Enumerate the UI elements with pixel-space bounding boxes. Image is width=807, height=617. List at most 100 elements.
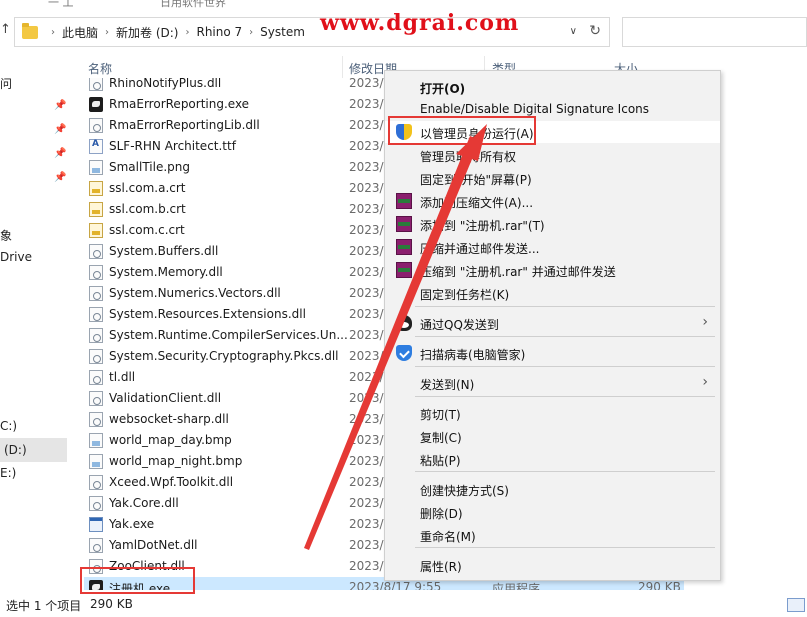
context-menu-label: 发送到(N) <box>420 378 475 392</box>
details-view-icon[interactable] <box>787 598 805 612</box>
breadcrumb: › 此电脑 › 新加卷 (D:) › Rhino 7 › System <box>44 24 305 41</box>
status-size: 290 KB <box>90 597 133 611</box>
context-menu-item[interactable]: 属性(R) <box>385 554 720 576</box>
context-menu-item[interactable]: 固定到任务栏(K) <box>385 282 720 304</box>
gear-file-icon <box>89 538 103 553</box>
gear-file-icon <box>89 265 103 280</box>
nav-item-c[interactable]: C:) <box>0 419 17 433</box>
context-menu-item[interactable]: 重命名(M) <box>385 524 720 546</box>
file-name: world_map_night.bmp <box>109 454 243 468</box>
context-menu-label: 创建快捷方式(S) <box>420 484 509 498</box>
file-name: RmaErrorReporting.exe <box>109 97 250 111</box>
menu-separator <box>415 471 715 472</box>
file-date: 2023/8/17 9:55 <box>349 580 442 590</box>
cert-file-icon <box>89 181 103 196</box>
annotation-box-file <box>80 567 195 594</box>
column-name[interactable]: 名称 <box>88 60 112 77</box>
nav-item-drive[interactable]: Drive <box>0 250 32 264</box>
context-menu-item[interactable]: 添加到 "注册机.rar"(T) <box>385 213 720 235</box>
file-name: Xceed.Wpf.Toolkit.dll <box>109 475 234 489</box>
context-menu-label: 压缩到 "注册机.rar" 并通过邮件发送 <box>420 265 616 279</box>
breadcrumb-item[interactable]: System <box>260 25 305 39</box>
context-menu-item[interactable]: 扫描病毒(电脑管家) <box>385 342 720 364</box>
nav-item-e[interactable]: E:) <box>0 466 16 480</box>
breadcrumb-separator-icon[interactable]: › <box>185 27 189 38</box>
file-name: System.Security.Cryptography.Pkcs.dll <box>109 349 339 363</box>
menu-separator <box>415 336 715 337</box>
context-menu-label: 删除(D) <box>420 507 463 521</box>
file-name: YamlDotNet.dll <box>109 538 198 552</box>
context-menu-label: 管理员取得所有权 <box>420 150 517 164</box>
menu-separator <box>415 366 715 367</box>
context-menu-label: Enable/Disable Digital Signature Icons <box>420 102 650 116</box>
folder-icon <box>22 22 38 39</box>
gear-file-icon <box>89 307 103 322</box>
arrow-up-icon[interactable]: ↑ <box>0 22 12 40</box>
context-menu-item[interactable]: 复制(C) <box>385 425 720 447</box>
file-name: websocket-sharp.dll <box>109 412 229 426</box>
chevron-right-icon: › <box>702 374 708 390</box>
context-menu-label: 通过QQ发送到 <box>420 318 499 332</box>
gear-file-icon <box>89 286 103 301</box>
gear-file-icon <box>89 349 103 364</box>
file-name: ssl.com.c.crt <box>109 223 185 237</box>
file-name: ValidationClient.dll <box>109 391 222 405</box>
file-name: System.Runtime.CompilerServices.Un... <box>109 328 348 342</box>
context-menu-item[interactable]: 通过QQ发送到 › <box>385 312 720 334</box>
context-menu-item[interactable]: 压缩并通过邮件发送... <box>385 236 720 258</box>
gear-file-icon <box>89 118 103 133</box>
gear-file-icon <box>89 370 103 385</box>
context-menu-label: 添加到 "注册机.rar"(T) <box>420 219 545 233</box>
breadcrumb-item[interactable]: Rhino 7 <box>196 25 242 39</box>
top-strip-text: 一 工 <box>48 0 74 9</box>
context-menu-item[interactable]: 发送到(N) › <box>385 372 720 394</box>
file-name: tl.dll <box>109 370 136 384</box>
context-menu-item[interactable]: 管理员取得所有权 <box>385 144 720 166</box>
file-name: System.Memory.dll <box>109 265 223 279</box>
annotation-box-menu <box>388 116 536 145</box>
rar-icon <box>396 193 412 209</box>
gear-file-icon <box>89 78 103 91</box>
breadcrumb-item[interactable]: 新加卷 (D:) <box>116 24 178 41</box>
guard-icon <box>396 345 412 361</box>
context-menu-item[interactable]: 剪切(T) <box>385 402 720 424</box>
rar-icon <box>396 239 412 255</box>
cert-file-icon <box>89 202 103 217</box>
gear-file-icon <box>89 391 103 406</box>
rar-icon <box>396 216 412 232</box>
gear-file-icon <box>89 496 103 511</box>
rhino-file-icon <box>89 97 103 112</box>
file-name: SLF-RHN Architect.ttf <box>109 139 236 153</box>
context-menu-item[interactable]: 粘贴(P) <box>385 448 720 470</box>
context-menu-item[interactable]: 删除(D) <box>385 501 720 523</box>
search-input[interactable] <box>622 17 807 47</box>
watermark: www.dgrai.com <box>320 10 520 36</box>
context-menu-label: 粘贴(P) <box>420 454 461 468</box>
context-menu-item[interactable]: 压缩到 "注册机.rar" 并通过邮件发送 <box>385 259 720 281</box>
file-name: System.Resources.Extensions.dll <box>109 307 306 321</box>
navigation-pane: 问 📌 📌 📌 📌 象 Drive C:) (D:) E:) <box>0 52 70 592</box>
context-menu-item[interactable]: 创建快捷方式(S) <box>385 478 720 500</box>
context-menu-label: 压缩并通过邮件发送... <box>420 242 540 256</box>
chevron-down-icon[interactable]: ∨ <box>570 26 577 37</box>
breadcrumb-item[interactable]: 此电脑 <box>62 24 98 41</box>
address-bar[interactable]: › 此电脑 › 新加卷 (D:) › Rhino 7 › System ∨ ↻ <box>14 17 610 47</box>
context-menu-label: 剪切(T) <box>420 408 461 422</box>
context-menu-item[interactable]: 打开(O) <box>385 76 720 98</box>
context-menu-item[interactable]: 固定到"开始"屏幕(P) <box>385 167 720 189</box>
qq-icon <box>396 315 412 331</box>
img-file-icon <box>89 160 103 175</box>
nav-item[interactable]: 问 <box>0 75 12 92</box>
status-bar: 选中 1 个项目 290 KB <box>0 594 807 617</box>
context-menu-item[interactable]: 添加到压缩文件(A)... <box>385 190 720 212</box>
pin-icon: 📌 <box>54 172 67 183</box>
context-menu-label: 固定到任务栏(K) <box>420 288 510 302</box>
breadcrumb-separator-icon[interactable]: › <box>51 27 55 38</box>
refresh-icon[interactable]: ↻ <box>589 23 601 39</box>
breadcrumb-separator-icon[interactable]: › <box>105 27 109 38</box>
context-menu-label: 复制(C) <box>420 431 462 445</box>
breadcrumb-separator-icon[interactable]: › <box>249 27 253 38</box>
nav-item[interactable]: 象 <box>0 227 12 244</box>
nav-item-d[interactable]: (D:) <box>4 443 27 457</box>
status-count: 选中 1 个项目 <box>6 599 82 613</box>
